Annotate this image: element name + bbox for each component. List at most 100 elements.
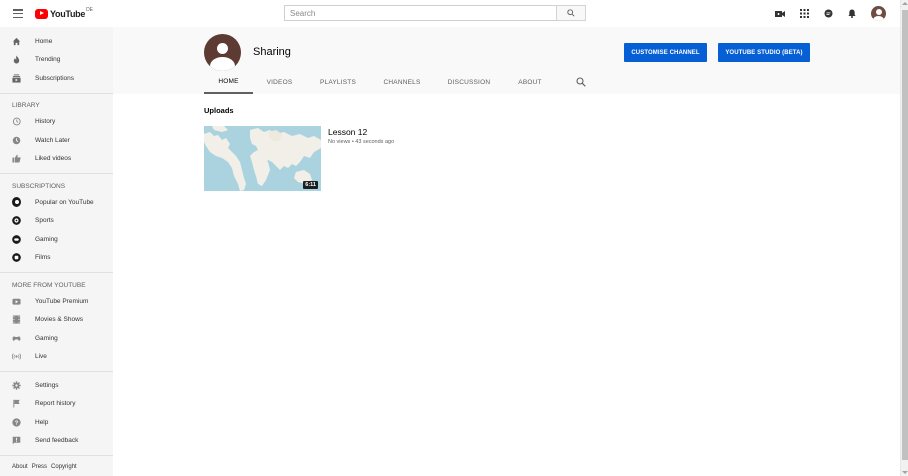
sidebar-divider (0, 272, 113, 273)
sidebar-item-label: Films (35, 254, 51, 262)
menu-icon[interactable] (13, 9, 23, 19)
tab-discussion[interactable]: DISCUSSION (434, 70, 504, 94)
search-bar (284, 5, 586, 21)
logo-country-code: DE (86, 7, 94, 13)
messages-icon[interactable] (823, 9, 833, 19)
footer-link-press[interactable]: Press (32, 464, 47, 470)
page-scrollbar[interactable] (900, 0, 908, 476)
sidebar-item-label: Liked videos (35, 155, 72, 163)
popular-channel-icon (12, 197, 21, 208)
sidebar-item-label: Settings (35, 381, 59, 389)
youtube-premium-icon (12, 297, 21, 306)
live-icon (12, 352, 21, 361)
sidebar-item-label: Report history (35, 400, 76, 408)
home-icon (12, 37, 21, 46)
sidebar-item-send-feedback[interactable]: Send feedback (0, 432, 113, 451)
sidebar-footer-links: About Press Copyright (0, 464, 113, 470)
sidebar-item-youtube-premium[interactable]: YouTube Premium (0, 292, 113, 311)
search-input[interactable] (284, 5, 556, 21)
youtube-play-icon (35, 8, 48, 19)
top-bar: YouTube DE (0, 0, 900, 27)
sidebar-item-label: Movies & Shows (35, 316, 84, 324)
sidebar-item-label: Popular on YouTube (35, 198, 94, 206)
help-icon: ? (12, 418, 21, 427)
sidebar-item-sports[interactable]: Sports (0, 212, 113, 231)
video-meta: No views • 43 seconds ago (328, 139, 395, 145)
sidebar-item-trending[interactable]: Trending (0, 51, 113, 70)
flag-icon (12, 399, 21, 408)
create-video-icon[interactable] (775, 9, 785, 19)
uploads-section-title: Uploads (204, 106, 234, 115)
sidebar-item-films[interactable]: Films (0, 249, 113, 268)
sidebar-item-movies-shows[interactable]: Movies & Shows (0, 311, 113, 330)
channel-avatar (204, 34, 241, 71)
notifications-bell-icon[interactable] (847, 9, 857, 19)
sidebar-item-live[interactable]: Live (0, 348, 113, 367)
sidebar-item-label: Gaming (35, 334, 58, 342)
sidebar-divider (0, 173, 113, 174)
video-title[interactable]: Lesson 12 (328, 127, 367, 137)
scroll-down-arrow-icon[interactable] (902, 471, 908, 474)
sidebar-section-library-title: LIBRARY (12, 102, 40, 109)
video-duration-badge: 6:11 (303, 181, 318, 189)
scroll-up-arrow-icon[interactable] (902, 2, 908, 5)
search-button[interactable] (556, 5, 586, 21)
sidebar-item-help[interactable]: ? Help (0, 413, 113, 432)
scrollbar-thumb[interactable] (902, 10, 908, 460)
tab-about[interactable]: ABOUT (504, 70, 556, 94)
sidebar-item-label: Gaming (35, 235, 58, 243)
apps-icon[interactable] (799, 9, 809, 19)
sidebar-item-gaming-more[interactable]: Gaming (0, 329, 113, 348)
films-channel-icon (12, 253, 21, 263)
sidebar-item-liked-videos[interactable]: Liked videos (0, 150, 113, 169)
sidebar-section-more-title: MORE FROM YOUTUBE (12, 281, 86, 289)
sidebar-item-label: Help (35, 418, 49, 426)
sidebar-item-popular-on-youtube[interactable]: Popular on YouTube (0, 193, 113, 212)
tab-channels[interactable]: CHANNELS (370, 70, 434, 94)
svg-text:?: ? (15, 420, 19, 426)
gear-icon (12, 381, 21, 390)
sidebar-item-settings[interactable]: Settings (0, 376, 113, 395)
flame-icon (12, 55, 21, 64)
customise-channel-button[interactable]: CUSTOMISE CHANNEL (624, 43, 707, 62)
sidebar-item-subscriptions[interactable]: Subscriptions (0, 69, 113, 88)
video-thumbnail[interactable]: 6:11 (204, 126, 321, 191)
channel-header: Sharing CUSTOMISE CHANNEL YOUTUBE STUDIO… (113, 27, 900, 94)
tab-home[interactable]: HOME (204, 70, 253, 94)
tab-playlists[interactable]: PLAYLISTS (306, 70, 370, 94)
gamepad-icon (12, 334, 21, 343)
footer-link-about[interactable]: About (12, 464, 28, 470)
subscriptions-icon (12, 74, 21, 83)
sidebar-item-label: History (35, 118, 56, 126)
clock-icon (12, 136, 21, 145)
youtube-studio-button[interactable]: YOUTUBE STUDIO (BETA) (718, 43, 810, 62)
sidebar: Home Trending Subscriptions LIBRARY Hist… (0, 27, 113, 476)
tab-videos[interactable]: VIDEOS (253, 70, 306, 94)
sidebar-item-home[interactable]: Home (0, 32, 113, 51)
sidebar-item-report-history[interactable]: Report history (0, 395, 113, 414)
sidebar-item-label: Trending (35, 56, 61, 64)
sidebar-item-gaming[interactable]: Gaming (0, 230, 113, 249)
history-icon (12, 117, 21, 126)
footer-link-copyright[interactable]: Copyright (51, 464, 77, 470)
sidebar-item-history[interactable]: History (0, 113, 113, 132)
sidebar-item-label: YouTube Premium (35, 297, 89, 305)
sidebar-item-label: Watch Later (35, 136, 70, 144)
sidebar-divider (0, 92, 113, 94)
sidebar-divider (0, 455, 113, 456)
top-icons (775, 6, 886, 21)
sidebar-item-label: Live (35, 353, 47, 361)
feedback-icon (12, 436, 21, 445)
thumbs-up-icon (12, 154, 21, 163)
sidebar-item-watch-later[interactable]: Watch Later (0, 131, 113, 150)
channel-search-icon[interactable] (576, 77, 586, 87)
youtube-logo[interactable]: YouTube DE (35, 7, 94, 19)
sports-channel-icon (12, 216, 21, 226)
sidebar-item-label: Home (35, 37, 53, 45)
sidebar-item-label: Subscriptions (35, 74, 75, 82)
search-icon (567, 9, 575, 17)
channel-tabs: HOME VIDEOS PLAYLISTS CHANNELS DISCUSSIO… (204, 70, 586, 94)
channel-name: Sharing (253, 46, 291, 58)
account-avatar[interactable] (871, 6, 886, 21)
sidebar-item-label: Send feedback (35, 437, 79, 445)
